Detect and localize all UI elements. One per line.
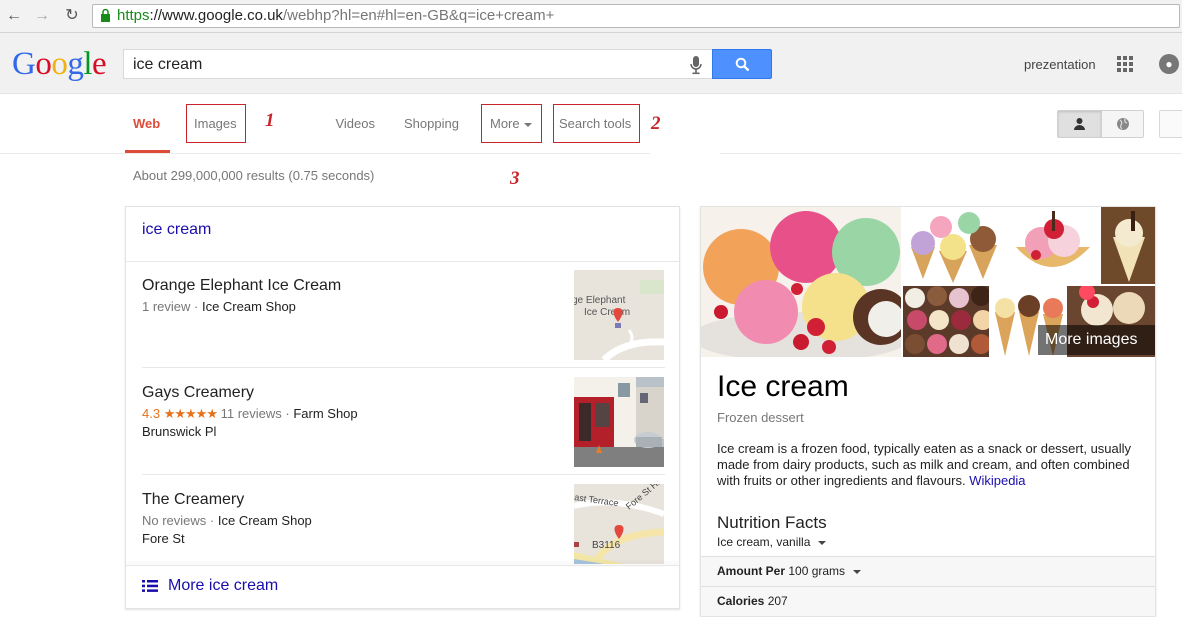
more-images-button[interactable]: More images: [1038, 325, 1155, 355]
review-count: 1 review ·: [142, 299, 202, 314]
place-address: Brunswick Pl: [142, 424, 217, 439]
description-text: Ice cream is a frozen food, typically ea…: [717, 441, 1132, 488]
browser-toolbar: ← → ↻ https://www.google.co.uk/webhp?hl=…: [0, 0, 1182, 33]
google-header: Google ice cream prezentation ●: [0, 33, 1182, 94]
tab-shopping[interactable]: Shopping: [404, 94, 459, 154]
ice-cream-image[interactable]: [701, 207, 901, 357]
amount-per-selector[interactable]: Amount Per 100 grams: [701, 556, 1155, 586]
divider: [126, 261, 679, 262]
global-results-button[interactable]: [1101, 111, 1144, 137]
place-type: Ice Cream Shop: [217, 513, 312, 528]
amount-label: Amount Per: [717, 564, 786, 578]
notifications-bell-icon[interactable]: ●: [1159, 54, 1179, 74]
storefront-photo[interactable]: [574, 377, 664, 467]
annotation-marker-1: 1: [265, 110, 275, 131]
svg-text:B3116: B3116: [592, 540, 621, 551]
url-scheme: https: [117, 7, 150, 24]
divider: [142, 474, 665, 475]
place-name[interactable]: Gays Creamery: [142, 384, 254, 402]
tab-videos-label: Videos: [335, 116, 375, 131]
nutrition-food-selector[interactable]: Ice cream, vanilla: [717, 535, 827, 549]
local-results-heading[interactable]: ice cream: [142, 221, 211, 239]
svg-text:Ice Cream: Ice Cream: [584, 307, 630, 318]
ice-cream-image[interactable]: [903, 207, 1004, 284]
place-name[interactable]: Orange Elephant Ice Cream: [142, 277, 341, 295]
view-toggle: [1057, 110, 1144, 138]
nutrition-title: Nutrition Facts: [717, 513, 827, 532]
forward-arrow-icon[interactable]: →: [32, 6, 52, 26]
place-name[interactable]: The Creamery: [142, 491, 244, 509]
calories-row: Calories 207: [701, 586, 1155, 616]
globe-icon: [1117, 118, 1129, 130]
tab-videos[interactable]: Videos: [329, 94, 375, 154]
address-bar[interactable]: https://www.google.co.uk/webhp?hl=en#hl=…: [92, 4, 1180, 28]
amount-value: 100 grams: [788, 564, 846, 578]
rating-value: 4.3: [142, 406, 161, 421]
microphone-icon[interactable]: [689, 55, 703, 75]
person-icon: [1074, 118, 1085, 130]
search-tabs-bar: Web Images Videos Shopping More Search t…: [0, 94, 1182, 154]
divider: [142, 367, 665, 368]
map-thumbnail[interactable]: ge Elephant Ice Cream: [574, 270, 664, 360]
list-icon: [142, 580, 158, 592]
personal-results-button[interactable]: [1058, 111, 1101, 137]
search-button[interactable]: [712, 49, 772, 79]
place-type: Farm Shop: [293, 406, 358, 421]
review-count: No reviews ·: [142, 513, 218, 528]
place-meta: No reviews · Ice Cream Shop: [142, 513, 312, 528]
wikipedia-link[interactable]: Wikipedia: [969, 473, 1025, 488]
tab-shopping-label: Shopping: [404, 116, 459, 131]
logo-letter: G: [12, 46, 36, 82]
entity-subtitle: Frozen dessert: [717, 410, 804, 425]
logo-letter: e: [92, 46, 107, 82]
google-logo[interactable]: Google: [12, 46, 107, 82]
calories-value: 207: [767, 594, 788, 608]
highlight-box-more: [481, 104, 542, 143]
logo-letter: l: [83, 46, 93, 82]
highlight-box-search-tools: [553, 104, 640, 143]
magnifier-icon: [735, 57, 750, 72]
reload-icon[interactable]: ↻: [62, 6, 82, 26]
account-name[interactable]: prezentation: [1024, 57, 1096, 72]
result-stats: About 299,000,000 results (0.75 seconds): [133, 168, 375, 183]
logo-letter: o: [35, 46, 52, 82]
calories-label: Calories: [717, 594, 765, 608]
logo-letter: g: [67, 46, 84, 82]
tab-web[interactable]: Web: [125, 94, 170, 153]
caret-down-icon: [818, 540, 827, 545]
lock-icon: [101, 9, 110, 22]
url-host: ://www.google.co.uk: [149, 7, 283, 24]
divider: [650, 152, 720, 158]
search-query: ice cream: [133, 56, 203, 73]
apps-grid-icon[interactable]: [1117, 56, 1133, 72]
place-meta: 4.3 ★★★★★ 11 reviews · Farm Shop: [142, 406, 358, 422]
place-address: Fore St: [142, 531, 185, 546]
annotation-marker-3: 3: [510, 168, 520, 189]
place-meta: 1 review · Ice Cream Shop: [142, 299, 296, 314]
local-results-card: ice cream Orange Elephant Ice Cream 1 re…: [125, 206, 680, 609]
back-arrow-icon[interactable]: ←: [4, 6, 24, 26]
ice-cream-image[interactable]: [903, 286, 989, 357]
svg-text:ge Elephant: ge Elephant: [574, 295, 626, 306]
caret-down-icon: [853, 569, 862, 574]
url-path: /webhp?hl=en#hl=en-GB&q=ice+cream+: [282, 7, 555, 24]
place-type: Ice Cream Shop: [201, 299, 296, 314]
more-results-label: More ice cream: [168, 577, 279, 594]
highlight-box-images: [186, 104, 246, 143]
divider: [126, 565, 679, 566]
map-thumbnail[interactable]: ast Terrace Fore St Hill B3116: [574, 484, 664, 564]
knowledge-panel: More images Ice cream Frozen dessert Ice…: [700, 206, 1156, 617]
entity-title: Ice cream: [717, 370, 849, 403]
review-count[interactable]: 11 reviews ·: [221, 406, 294, 421]
nutrition-food-label: Ice cream, vanilla: [717, 535, 811, 549]
tab-web-label: Web: [133, 116, 161, 131]
ice-cream-image[interactable]: [1101, 207, 1155, 284]
search-input[interactable]: ice cream: [123, 49, 713, 79]
star-rating-icon: ★★★★★: [163, 406, 218, 421]
logo-letter: o: [51, 46, 68, 82]
annotation-marker-2: 2: [651, 113, 661, 134]
settings-button[interactable]: [1159, 110, 1182, 138]
ice-cream-image[interactable]: [1006, 207, 1099, 284]
entity-description: Ice cream is a frozen food, typically ea…: [717, 441, 1145, 489]
